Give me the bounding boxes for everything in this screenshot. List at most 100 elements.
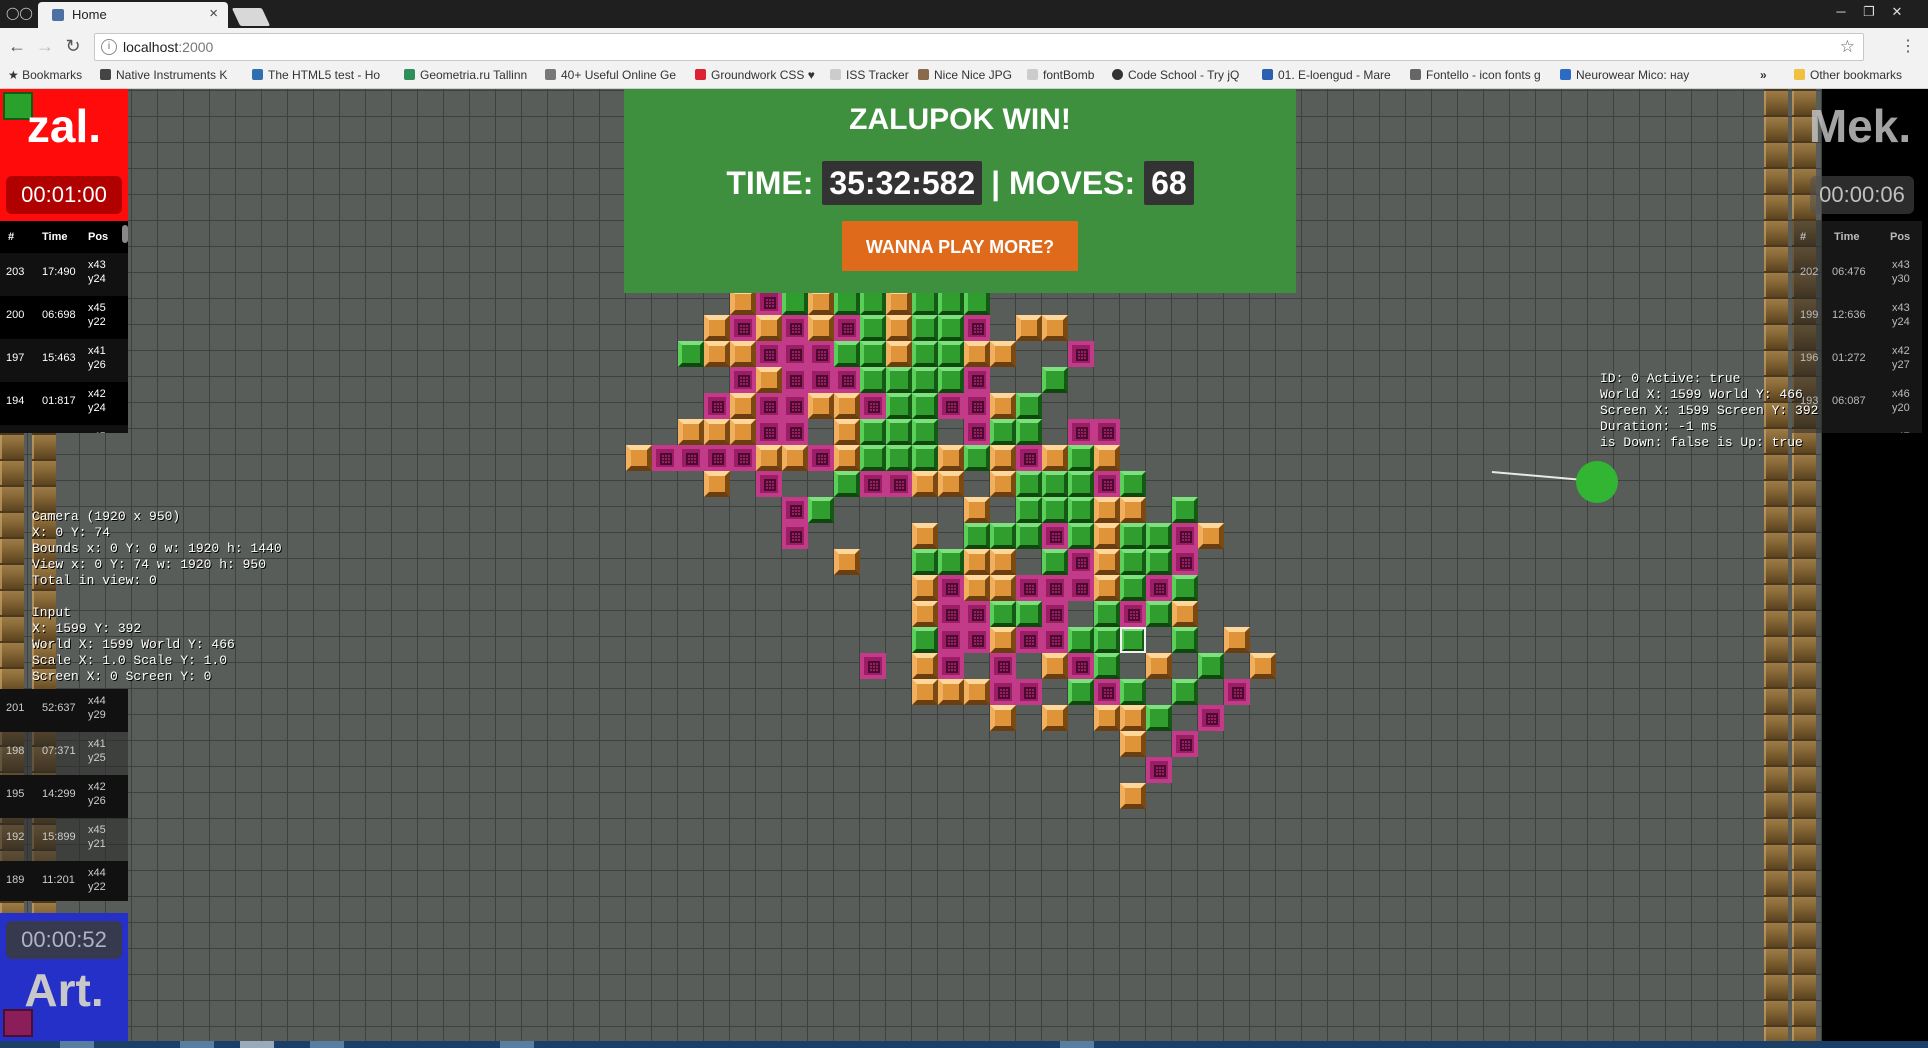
orange-pyramid-tile[interactable] [1120,783,1146,809]
green-tile[interactable] [1094,627,1120,653]
play-again-button[interactable]: WANNA PLAY MORE? [842,221,1078,271]
bookmark-item[interactable]: The HTML5 test - Ho [252,68,384,84]
green-tile[interactable] [912,315,938,341]
magenta-grate-tile[interactable] [964,393,990,419]
green-tile[interactable] [990,601,1016,627]
green-tile[interactable] [990,419,1016,445]
table-row[interactable]: 199 12:636 x43 y24 [1792,296,1922,339]
table-row[interactable]: 194 01:817 x42 y24 [0,382,128,425]
magenta-grate-tile[interactable] [938,601,964,627]
minimize-icon[interactable]: ─ [1830,2,1852,22]
green-tile[interactable] [1120,471,1146,497]
orange-pyramid-tile[interactable] [1094,705,1120,731]
orange-pyramid-tile[interactable] [990,705,1016,731]
orange-pyramid-tile[interactable] [626,445,652,471]
orange-pyramid-tile[interactable] [938,679,964,705]
green-tile[interactable] [1016,393,1042,419]
bookmark-item[interactable]: Native Instruments K [100,68,232,84]
green-tile[interactable] [678,341,704,367]
magenta-grate-tile[interactable] [938,393,964,419]
magenta-grate-tile[interactable] [1172,523,1198,549]
orange-pyramid-tile[interactable] [1172,601,1198,627]
green-tile[interactable] [1068,471,1094,497]
orange-pyramid-tile[interactable] [964,679,990,705]
orange-pyramid-tile[interactable] [756,315,782,341]
magenta-grate-tile[interactable] [808,341,834,367]
taskbar-item[interactable] [500,1041,534,1048]
table-row[interactable]: 192 15:899 x45 y21 [0,818,128,861]
orange-pyramid-tile[interactable] [964,549,990,575]
table-row[interactable]: 198 07:371 x41 y25 [0,732,128,775]
orange-pyramid-tile[interactable] [886,315,912,341]
orange-pyramid-tile[interactable] [1120,497,1146,523]
orange-pyramid-tile[interactable] [704,419,730,445]
green-tile[interactable] [834,471,860,497]
magenta-grate-tile[interactable] [1016,575,1042,601]
magenta-grate-tile[interactable] [1068,575,1094,601]
green-tile[interactable] [1172,627,1198,653]
magenta-grate-tile[interactable] [1016,627,1042,653]
green-tile[interactable] [1120,575,1146,601]
green-tile[interactable] [938,367,964,393]
orange-pyramid-tile[interactable] [990,471,1016,497]
magenta-grate-tile[interactable] [652,445,678,471]
green-tile[interactable] [1016,497,1042,523]
orange-pyramid-tile[interactable] [964,575,990,601]
bookmark-star-icon[interactable]: ☆ [1840,37,1855,57]
bookmark-item[interactable]: fontBomb [1027,68,1103,84]
green-tile[interactable] [1042,367,1068,393]
move-history-table[interactable]: # Time Pos 203 17:490 x43 y24 200 06:698 x45 y2… [0,221,128,433]
orange-pyramid-tile[interactable] [730,341,756,367]
orange-pyramid-tile[interactable] [678,419,704,445]
magenta-grate-tile[interactable] [1094,419,1120,445]
green-tile[interactable] [886,367,912,393]
orange-pyramid-tile[interactable] [1042,315,1068,341]
table-row[interactable]: 201 52:637 x44 y29 [0,689,128,732]
reload-icon[interactable]: ↻ [62,35,84,57]
magenta-grate-tile[interactable] [1120,601,1146,627]
orange-pyramid-tile[interactable] [1198,523,1224,549]
orange-pyramid-tile[interactable] [834,549,860,575]
green-tile[interactable] [912,445,938,471]
tab-home[interactable]: Home × [38,2,228,28]
orange-pyramid-tile[interactable] [1120,705,1146,731]
orange-pyramid-tile[interactable] [808,393,834,419]
table-row[interactable]: 203 17:490 x43 y24 [0,253,128,296]
orange-pyramid-tile[interactable] [1146,653,1172,679]
bookmark-item[interactable]: 40+ Useful Online Ge [545,68,677,84]
table-row[interactable]: 202 06:476 x43 y30 [1792,253,1922,296]
magenta-grate-tile[interactable] [990,679,1016,705]
magenta-grate-tile[interactable] [1016,679,1042,705]
orange-pyramid-tile[interactable] [1016,315,1042,341]
green-tile[interactable] [1120,679,1146,705]
magenta-grate-tile[interactable] [964,315,990,341]
green-tile[interactable] [886,419,912,445]
magenta-grate-tile[interactable] [1068,549,1094,575]
selected-tile[interactable] [1120,627,1146,653]
magenta-grate-tile[interactable] [860,653,886,679]
green-tile[interactable] [1120,549,1146,575]
orange-pyramid-tile[interactable] [834,419,860,445]
magenta-grate-tile[interactable] [1042,575,1068,601]
orange-pyramid-tile[interactable] [912,471,938,497]
green-tile[interactable] [912,393,938,419]
green-tile[interactable] [938,549,964,575]
bookmark-item[interactable]: Fontello - icon fonts g [1410,68,1542,84]
table-row[interactable]: x45 [0,425,128,433]
bookmark-item[interactable]: ISS Tracker [830,68,910,84]
orange-pyramid-tile[interactable] [1224,627,1250,653]
new-tab-button[interactable] [231,8,271,26]
orange-pyramid-tile[interactable] [964,497,990,523]
magenta-grate-tile[interactable] [730,315,756,341]
menu-icon[interactable]: ⋮ [1900,36,1916,56]
orange-pyramid-tile[interactable] [756,367,782,393]
magenta-grate-tile[interactable] [860,471,886,497]
orange-pyramid-tile[interactable] [1094,497,1120,523]
orange-pyramid-tile[interactable] [912,679,938,705]
magenta-grate-tile[interactable] [1068,341,1094,367]
site-info-icon[interactable]: i [101,39,117,55]
orange-pyramid-tile[interactable] [1250,653,1276,679]
orange-pyramid-tile[interactable] [730,393,756,419]
bookmark-item[interactable]: Nice Nice JPG [918,68,1016,84]
green-tile[interactable] [860,445,886,471]
